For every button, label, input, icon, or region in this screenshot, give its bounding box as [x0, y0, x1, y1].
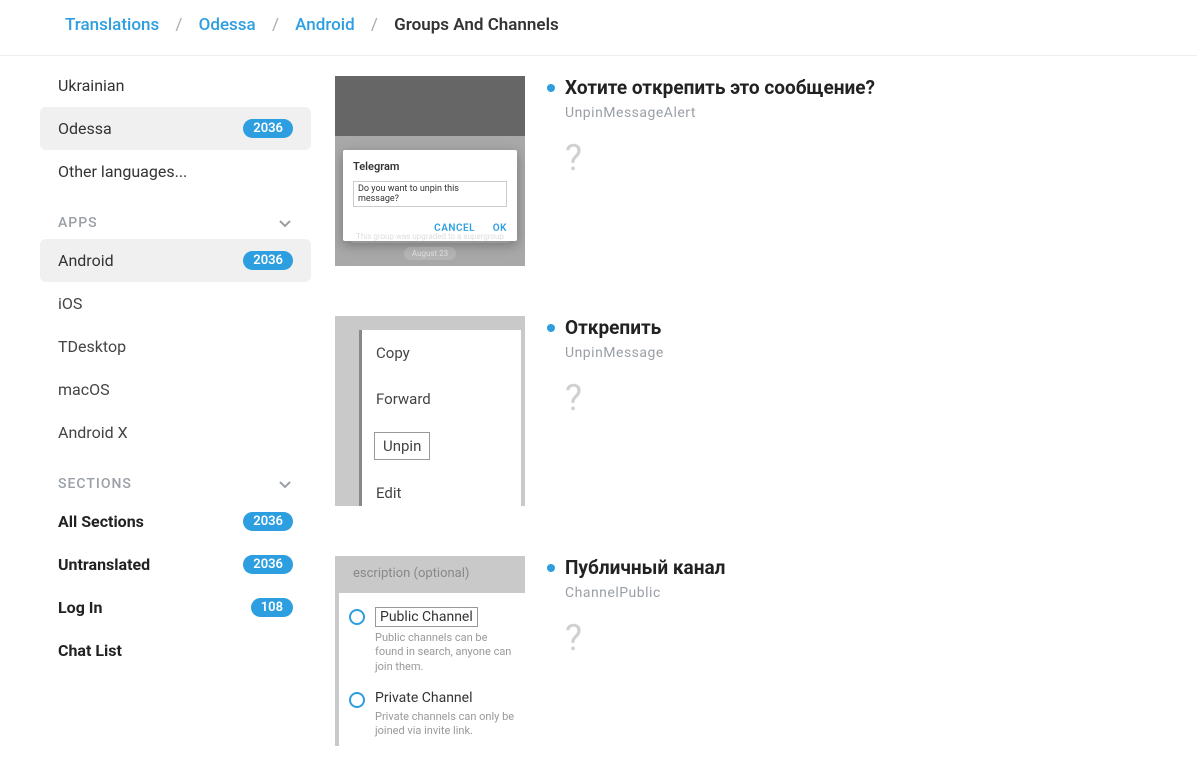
breadcrumb-separator: / [163, 15, 194, 35]
sidebar-section-untranslated[interactable]: Untranslated 2036 [40, 543, 311, 586]
sidebar-item-label: Android X [58, 423, 128, 442]
radio-icon [349, 692, 365, 708]
entry-key: UnpinMessageAlert [565, 105, 1197, 121]
preview-option-description: Private channels can only be joined via … [375, 710, 515, 739]
count-badge: 2036 [243, 555, 293, 574]
sidebar-lang-other[interactable]: Other languages... [40, 150, 311, 193]
status-dot-icon [547, 564, 555, 572]
preview-banner: This group was upgraded to a supergroup [348, 230, 512, 243]
breadcrumb-separator: / [359, 15, 390, 35]
translation-missing-icon: ? [565, 137, 1197, 179]
sidebar-header-apps[interactable]: APPS [40, 193, 311, 239]
preview-menu-item: Forward [362, 376, 521, 422]
sidebar-lang-ukrainian[interactable]: Ukrainian [40, 64, 311, 107]
sidebar-lang-odessa[interactable]: Odessa 2036 [40, 107, 311, 150]
screenshot-preview: Telegram Do you want to unpin this messa… [335, 76, 525, 266]
sidebar-item-label: Other languages... [58, 162, 187, 181]
preview-option-title: Private Channel [375, 690, 515, 706]
breadcrumb: Translations / Odessa / Android / Groups… [0, 0, 1197, 56]
sidebar-item-label: Log In [58, 598, 102, 617]
chevron-down-icon [277, 476, 293, 492]
entry-key: UnpinMessage [565, 345, 1197, 361]
status-dot-icon [547, 84, 555, 92]
sidebar-item-label: Odessa [58, 119, 112, 138]
sidebar-header-label: APPS [58, 215, 98, 231]
sidebar-app-android[interactable]: Android 2036 [40, 239, 311, 282]
preview-dialog-title: Telegram [353, 160, 507, 173]
translation-missing-icon: ? [565, 377, 1197, 419]
sidebar-app-tdesktop[interactable]: TDesktop [40, 325, 311, 368]
sidebar-section-chatlist[interactable]: Chat List [40, 629, 311, 672]
main-content: Telegram Do you want to unpin this messa… [335, 56, 1197, 771]
sidebar: Ukrainian Odessa 2036 Other languages...… [0, 56, 335, 771]
sidebar-item-label: TDesktop [58, 337, 126, 356]
entry-title: Открепить [565, 316, 661, 339]
sidebar-item-label: Untranslated [58, 555, 150, 574]
sidebar-header-sections[interactable]: SECTIONS [40, 454, 311, 500]
count-badge: 2036 [243, 119, 293, 138]
breadcrumb-current: Groups And Channels [394, 15, 559, 35]
preview-option-title-highlighted: Public Channel [375, 607, 478, 627]
translation-entry[interactable]: Copy Forward Unpin Edit Открепить UnpinM… [335, 316, 1197, 556]
breadcrumb-language[interactable]: Odessa [199, 15, 256, 35]
sidebar-item-label: macOS [58, 380, 110, 399]
preview-menu-item: Copy [362, 330, 521, 376]
radio-icon [349, 609, 365, 625]
sidebar-section-login[interactable]: Log In 108 [40, 586, 311, 629]
translation-missing-icon: ? [565, 617, 1197, 659]
sidebar-app-androidx[interactable]: Android X [40, 411, 311, 454]
sidebar-header-label: SECTIONS [58, 476, 132, 492]
breadcrumb-app[interactable]: Android [295, 15, 355, 35]
screenshot-preview: escription (optional) Public Channel Pub… [335, 556, 525, 746]
sidebar-item-label: Android [58, 251, 114, 270]
sidebar-app-ios[interactable]: iOS [40, 282, 311, 325]
preview-option-description: Public channels can be found in search, … [375, 631, 515, 674]
preview-menu-item-highlighted: Unpin [374, 432, 430, 460]
preview-description-label: escription (optional) [339, 562, 525, 593]
translation-entry[interactable]: Telegram Do you want to unpin this messa… [335, 76, 1197, 316]
sidebar-item-label: Ukrainian [58, 76, 124, 95]
count-badge: 2036 [243, 512, 293, 531]
sidebar-item-label: iOS [58, 294, 82, 313]
count-badge: 2036 [243, 251, 293, 270]
entry-title: Хотите открепить это сообщение? [565, 76, 875, 99]
preview-date: August 23 [404, 247, 456, 260]
entry-title: Публичный канал [565, 556, 725, 579]
sidebar-app-macos[interactable]: macOS [40, 368, 311, 411]
breadcrumb-translations[interactable]: Translations [65, 15, 159, 35]
sidebar-item-label: Chat List [58, 641, 122, 660]
chevron-down-icon [277, 215, 293, 231]
status-dot-icon [547, 324, 555, 332]
sidebar-item-label: All Sections [58, 512, 144, 531]
translation-entry[interactable]: escription (optional) Public Channel Pub… [335, 556, 1197, 771]
entry-key: ChannelPublic [565, 585, 1197, 601]
sidebar-section-all[interactable]: All Sections 2036 [40, 500, 311, 543]
preview-dialog-text: Do you want to unpin this message? [353, 181, 507, 207]
screenshot-preview: Copy Forward Unpin Edit [335, 316, 525, 506]
preview-menu-item: Edit [362, 470, 521, 506]
count-badge: 108 [251, 598, 293, 617]
breadcrumb-separator: / [260, 15, 291, 35]
